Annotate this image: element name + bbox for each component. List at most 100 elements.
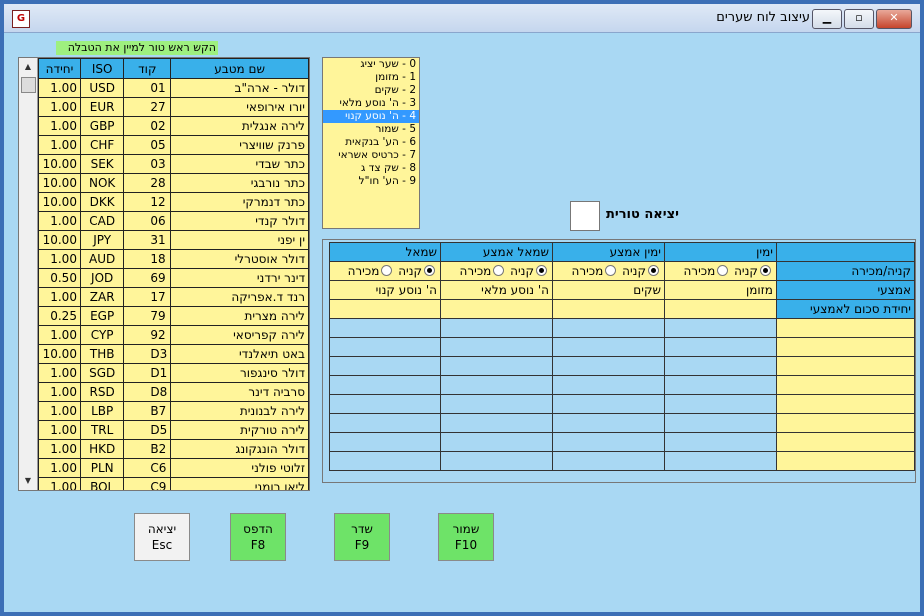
list-item[interactable]: 3 - ה' נוסע מלאי: [323, 97, 419, 110]
cell-name[interactable]: יורו אירופאי: [170, 97, 309, 117]
buysell-cell[interactable]: קניה מכירה: [328, 261, 442, 281]
cell-name[interactable]: רנד ד.אפריקה: [170, 287, 309, 307]
cell-iso[interactable]: LBP: [79, 401, 125, 421]
cell-code[interactable]: D1: [123, 363, 172, 383]
scroll-up-icon[interactable]: ▲: [19, 58, 37, 76]
cell-code[interactable]: D5: [123, 420, 172, 440]
empty-cell[interactable]: [440, 432, 553, 452]
cell-unit[interactable]: 10.00: [38, 192, 81, 212]
empty-cell[interactable]: [663, 318, 777, 338]
cell-name[interactable]: דינר ירדני: [170, 268, 309, 288]
cell-code[interactable]: 27: [123, 97, 172, 117]
cell-code[interactable]: 79: [123, 306, 172, 326]
empty-cell[interactable]: [552, 432, 665, 452]
means-cell-right-middle[interactable]: שקים: [552, 280, 665, 300]
empty-cell[interactable]: [328, 394, 442, 414]
cell-code[interactable]: 12: [123, 192, 172, 212]
cell-name[interactable]: לירה לבנונית: [170, 401, 309, 421]
table-row[interactable]: 1.00 LBP B7 לירה לבנונית: [38, 401, 309, 421]
cell-code[interactable]: 18: [123, 249, 172, 269]
cell-unit[interactable]: 1.00: [38, 116, 81, 136]
exit-button[interactable]: יציאה Esc: [134, 513, 190, 561]
cell-iso[interactable]: SEK: [79, 154, 125, 174]
empty-cell[interactable]: [440, 337, 553, 357]
radio-icon[interactable]: [493, 265, 505, 276]
cell-code[interactable]: 05: [123, 135, 172, 155]
cell-name[interactable]: זלוטי פולני: [170, 458, 309, 478]
empty-cell[interactable]: [552, 318, 665, 338]
empty-cell[interactable]: [328, 413, 442, 433]
cell-name[interactable]: לירה מצרית: [170, 306, 309, 326]
cell-code[interactable]: 31: [123, 230, 172, 250]
unit-cell[interactable]: [328, 299, 442, 319]
cell-name[interactable]: סרביה דינר: [170, 382, 309, 402]
vertical-scrollbar[interactable]: ▲ ▼: [19, 58, 38, 490]
cell-unit[interactable]: 1.00: [38, 458, 81, 478]
close-button[interactable]: ✕: [876, 9, 912, 29]
cell-code[interactable]: 17: [123, 287, 172, 307]
unit-cell[interactable]: [663, 299, 777, 319]
cell-iso[interactable]: GBP: [79, 116, 125, 136]
empty-cell[interactable]: [440, 356, 553, 376]
list-item[interactable]: 7 - כרטיס אשראי: [323, 149, 419, 162]
cell-iso[interactable]: JPY: [79, 230, 125, 250]
cell-iso[interactable]: EUR: [79, 97, 125, 117]
maximize-button[interactable]: ▫: [844, 9, 874, 29]
cell-iso[interactable]: HKD: [79, 439, 125, 459]
cell-name[interactable]: כתר דנמרקי: [170, 192, 309, 212]
cell-unit[interactable]: 10.00: [38, 230, 81, 250]
empty-cell[interactable]: [775, 432, 915, 452]
table-row[interactable]: 10.00 NOK 28 כתר נורבגי: [38, 173, 309, 193]
empty-cell[interactable]: [663, 394, 777, 414]
cell-name[interactable]: דולר סינגפור: [170, 363, 309, 383]
rate-type-list[interactable]: 0 - שער יציג 1 - מזומן 2 - שקים 3 - ה' נוסע…: [322, 57, 420, 229]
sell-radio[interactable]: מכירה: [348, 264, 395, 278]
column-header-name[interactable]: שם מטבע: [170, 58, 309, 79]
cell-unit[interactable]: 1.00: [38, 135, 81, 155]
table-row[interactable]: 1.00 RSD D8 סרביה דינר: [38, 382, 309, 402]
means-cell-right[interactable]: מזומן: [663, 280, 777, 300]
table-row[interactable]: 1.00 ZAR 17 רנד ד.אפריקה: [38, 287, 309, 307]
cell-code[interactable]: 03: [123, 154, 172, 174]
print-button[interactable]: הדפס F8: [230, 513, 286, 561]
table-row[interactable]: 10.00 DKK 12 כתר דנמרקי: [38, 192, 309, 212]
cell-unit[interactable]: 1.00: [38, 477, 81, 490]
cell-code[interactable]: 01: [123, 78, 172, 98]
cell-unit[interactable]: 1.00: [38, 401, 81, 421]
cell-name[interactable]: כתר נורבגי: [170, 173, 309, 193]
minimize-button[interactable]: ▁: [812, 9, 842, 29]
exit-checkbox[interactable]: [570, 201, 600, 231]
buy-radio[interactable]: קניה: [734, 264, 773, 278]
empty-cell[interactable]: [552, 337, 665, 357]
cell-name[interactable]: לירה טורקית: [170, 420, 309, 440]
table-row[interactable]: 0.25 EGP 79 לירה מצרית: [38, 306, 309, 326]
empty-cell[interactable]: [328, 432, 442, 452]
radio-icon[interactable]: [381, 265, 393, 276]
cell-iso[interactable]: DKK: [79, 192, 125, 212]
cell-code[interactable]: D8: [123, 382, 172, 402]
empty-cell[interactable]: [663, 337, 777, 357]
cell-name[interactable]: ליאו רומני: [170, 477, 309, 490]
empty-cell[interactable]: [663, 356, 777, 376]
cell-unit[interactable]: 1.00: [38, 97, 81, 117]
table-row[interactable]: 10.00 THB D3 באט תיאלנדי: [38, 344, 309, 364]
cell-iso[interactable]: CHF: [79, 135, 125, 155]
cell-iso[interactable]: USD: [79, 78, 125, 98]
radio-icon[interactable]: [647, 265, 659, 276]
cell-code[interactable]: 92: [123, 325, 172, 345]
cell-iso[interactable]: THB: [79, 344, 125, 364]
empty-cell[interactable]: [663, 413, 777, 433]
cell-iso[interactable]: SGD: [79, 363, 125, 383]
cell-code[interactable]: D3: [123, 344, 172, 364]
cell-unit[interactable]: 10.00: [38, 154, 81, 174]
cell-unit[interactable]: 1.00: [38, 325, 81, 345]
buysell-cell[interactable]: קניה מכירה: [440, 261, 553, 281]
sell-radio[interactable]: מכירה: [460, 264, 507, 278]
cell-name[interactable]: ין יפני: [170, 230, 309, 250]
empty-cell[interactable]: [328, 451, 442, 471]
buy-radio[interactable]: קניה: [622, 264, 661, 278]
cell-name[interactable]: דולר הונגקונג: [170, 439, 309, 459]
cell-iso[interactable]: ZAR: [79, 287, 125, 307]
cell-unit[interactable]: 1.00: [38, 249, 81, 269]
empty-cell[interactable]: [663, 451, 777, 471]
